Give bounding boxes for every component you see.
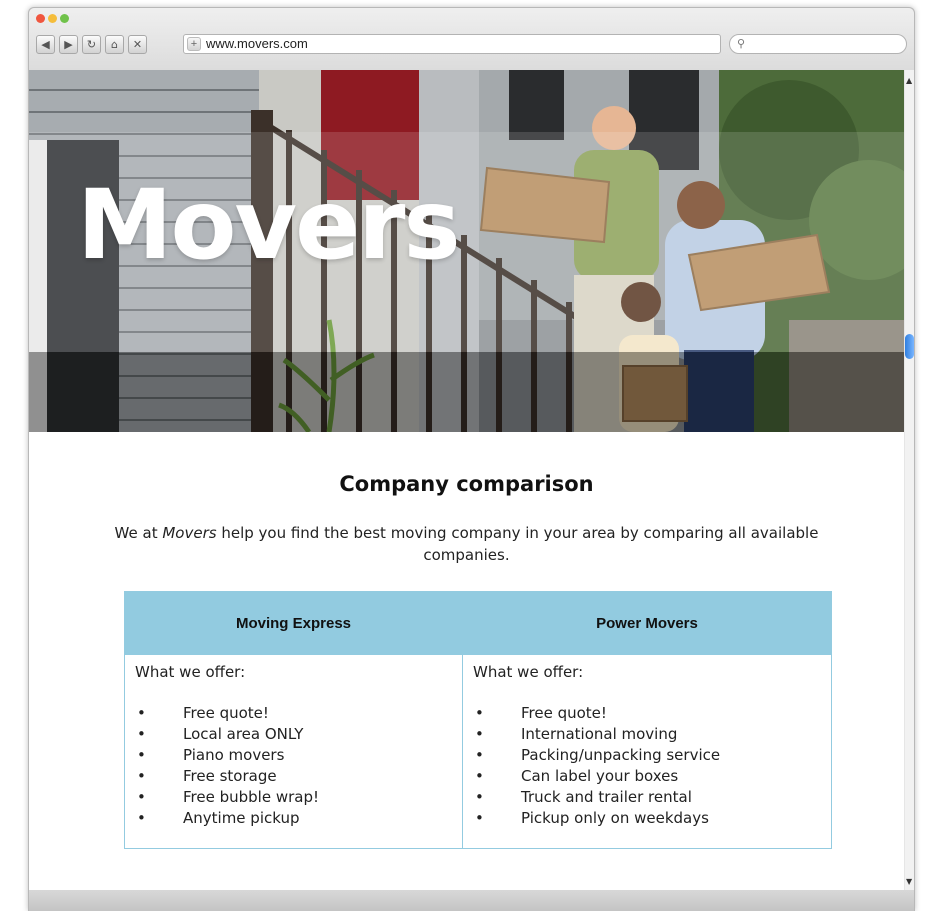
add-bookmark-icon[interactable]: + [187,37,201,51]
bullet-icon: • [137,725,146,743]
search-input[interactable]: ⚲ [729,34,907,54]
bullet-icon: • [137,746,146,764]
bullet-icon: • [475,746,484,764]
offer-text: Can label your boxes [521,767,679,785]
nav-buttons: ◀ ▶ ↻ ⌂ ✕ [36,34,147,54]
status-bar [29,890,914,911]
column-divider [462,655,463,848]
search-icon: ⚲ [737,37,746,50]
offer-text: Free storage [183,767,277,785]
column-header: Moving Express [235,615,352,632]
bullet-icon: • [475,704,484,722]
offer-text: Piano movers [183,746,285,764]
offer-label: What we offer: [473,663,584,681]
back-arrow-icon: ◀ [41,37,50,51]
bullet-icon: • [475,788,484,806]
bullet-icon: • [137,788,146,806]
bullet-icon: • [475,809,484,827]
scroll-down-icon[interactable]: ▼ [906,877,912,886]
bullet-icon: • [475,725,484,743]
window-controls [36,14,69,23]
column-header: Power Movers [596,615,698,632]
offer-label: What we offer: [135,663,246,681]
offer-text: International moving [521,725,678,743]
hero-title: Movers [77,169,461,281]
comparison-table: Moving Express Power Movers What we offe… [124,591,832,849]
address-bar[interactable]: + www.movers.com [183,34,721,54]
intro-paragraph: We at Movers help you find the best movi… [89,522,844,566]
stop-button[interactable]: ✕ [128,34,147,54]
zoom-window-button[interactable] [60,14,69,23]
reload-icon: ↻ [86,37,97,51]
bullet-icon: • [137,809,146,827]
address-text: www.movers.com [206,36,308,51]
offer-text: Anytime pickup [183,809,300,827]
offer-text: Free quote! [521,704,607,722]
browser-toolbar: ◀ ▶ ↻ ⌂ ✕ + www.movers.com ⚲ [29,8,914,70]
hero-dark-band [29,352,904,432]
page-viewport: Movers Company comparison We at Movers h… [29,70,904,890]
minimize-window-button[interactable] [48,14,57,23]
bullet-icon: • [137,704,146,722]
page-heading: Company comparison [339,472,594,496]
vertical-scrollbar[interactable]: ▲ ▼ [905,70,914,890]
offer-text: Truck and trailer rental [521,788,692,806]
close-window-button[interactable] [36,14,45,23]
forward-arrow-icon: ▶ [64,37,73,51]
stop-icon: ✕ [132,37,143,51]
bullet-icon: • [475,767,484,785]
offer-text: Packing/unpacking service [521,746,721,764]
browser-window: ◀ ▶ ↻ ⌂ ✕ + www.movers.com ⚲ Movers Comp… [28,7,915,911]
offer-text: Free bubble wrap! [183,788,319,806]
scroll-thumb[interactable] [905,334,914,359]
reload-button[interactable]: ↻ [82,34,101,54]
intro-brand: Movers [162,524,217,542]
intro-text-end: help you find the best moving company in… [216,524,819,564]
forward-button[interactable]: ▶ [59,34,78,54]
offer-text: Free quote! [183,704,269,722]
offer-text: Pickup only on weekdays [521,809,709,827]
table-header: Moving Express Power Movers [125,592,831,655]
scroll-up-icon[interactable]: ▲ [906,76,912,85]
bullet-icon: • [137,767,146,785]
hero-banner: Movers [29,70,904,432]
offer-text: Local area ONLY [183,725,304,743]
intro-text-start: We at [114,524,163,542]
back-button[interactable]: ◀ [36,34,55,54]
home-button[interactable]: ⌂ [105,34,124,54]
home-icon: ⌂ [111,37,118,51]
